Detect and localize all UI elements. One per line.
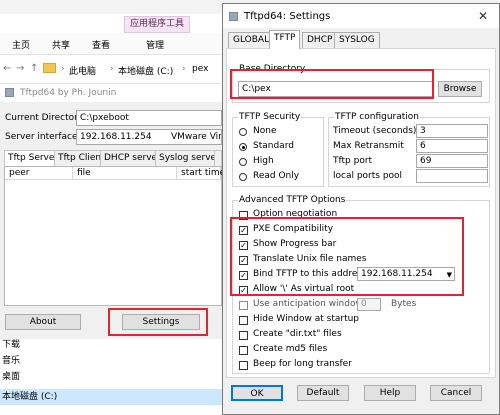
hide-window-label: Hide Window at startup: [253, 314, 360, 324]
tftp-configuration-label: TFTP configuration: [334, 112, 421, 122]
server-interface-adapter: VMware Virtu: [171, 132, 222, 142]
server-interfaces-label: Server interfaces: [5, 132, 83, 142]
help-button[interactable]: Help: [364, 385, 416, 401]
nav-item-music[interactable]: 音乐: [0, 353, 222, 369]
breadcrumb-local-disk[interactable]: 本地磁盘 (C:): [118, 64, 173, 77]
tftp-port-label: Tftp port: [333, 156, 373, 166]
tftp-security-group: TFTP Security None Standard High Read On…: [232, 112, 324, 187]
tftp-settings-panel: Base Directory C:\pex Browse TFTP Securi…: [226, 48, 496, 378]
forward-arrow-icon[interactable]: →: [16, 63, 24, 74]
security-high-label: High: [253, 156, 274, 166]
settings-highlight-box: [108, 308, 208, 336]
timeout-label: Timeout (seconds): [333, 126, 417, 136]
transfer-log-table[interactable]: peer file start time: [4, 166, 225, 306]
dialog-tab-strip: GLOBAL TFTP DHCP SYSLOG: [228, 30, 496, 49]
ribbon-tab-view[interactable]: 查看: [92, 38, 110, 51]
about-button[interactable]: About: [5, 314, 81, 330]
breadcrumb-this-pc[interactable]: 此电脑: [69, 64, 96, 77]
local-ports-pool-label: local ports pool: [333, 171, 403, 181]
security-none-label: None: [253, 126, 277, 136]
server-interfaces-dropdown[interactable]: 192.168.11.254 VMware Virtu: [76, 129, 222, 145]
tab-tftp[interactable]: TFTP: [269, 30, 301, 49]
column-header-peer[interactable]: peer: [5, 167, 73, 180]
main-tab-strip: Tftp Server Tftp Client DHCP server Sysl…: [0, 150, 224, 166]
tftpd64-main-window: Tftpd64 by Ph. Jounin Current Directory …: [0, 84, 225, 339]
current-directory-field[interactable]: C:\pxeboot: [76, 110, 222, 126]
timeout-field[interactable]: 3: [416, 124, 488, 138]
tftpd-app-icon: [229, 12, 238, 21]
create-md5-label: Create md5 files: [253, 344, 328, 354]
tab-syslog[interactable]: SYSLOG: [334, 32, 380, 48]
close-icon[interactable]: ✕: [467, 4, 499, 28]
tab-overflow[interactable]: [214, 150, 222, 166]
up-arrow-icon[interactable]: ↑: [30, 63, 38, 74]
create-md5-checkbox[interactable]: [239, 346, 248, 355]
security-readonly-radio[interactable]: [239, 173, 247, 181]
beep-long-transfer-label: Beep for long transfer: [253, 359, 352, 369]
advanced-options-label: Advanced TFTP Options: [238, 195, 347, 205]
breadcrumb-separator-icon: ›: [61, 64, 65, 74]
browse-button[interactable]: Browse: [438, 81, 482, 97]
breadcrumb-separator-icon: ›: [110, 64, 114, 74]
column-header-start-time[interactable]: start time: [177, 167, 225, 180]
folder-icon: [43, 63, 56, 73]
nav-item-desktop[interactable]: 桌面: [0, 369, 222, 385]
current-directory-label: Current Directory: [5, 113, 84, 123]
default-button[interactable]: Default: [297, 385, 349, 401]
tftp-configuration-group: TFTP configuration Timeout (seconds) 3 M…: [328, 112, 490, 187]
column-header-file[interactable]: file: [73, 167, 177, 180]
ribbon-context-group[interactable]: 应用程序工具: [124, 16, 190, 33]
back-arrow-icon[interactable]: ←: [3, 63, 11, 74]
server-interface-ip: 192.168.11.254: [80, 132, 152, 142]
create-dir-txt-checkbox[interactable]: [239, 331, 248, 340]
ribbon-tab-share[interactable]: 共享: [52, 38, 70, 51]
ribbon-tab-home[interactable]: 主页: [12, 38, 30, 51]
security-standard-radio[interactable]: [239, 143, 247, 151]
security-readonly-label: Read Only: [253, 171, 300, 181]
anticipation-unit-label: Bytes: [391, 299, 417, 309]
max-retransmit-field[interactable]: 6: [416, 139, 488, 153]
anticipation-window-field[interactable]: 0: [357, 298, 381, 311]
security-standard-label: Standard: [253, 141, 294, 151]
nav-item-downloads[interactable]: 下载: [0, 337, 222, 353]
hide-window-checkbox[interactable]: [239, 316, 248, 325]
anticipation-window-checkbox[interactable]: [239, 301, 248, 310]
nav-item-local-disk[interactable]: 本地磁盘 (C:): [0, 389, 222, 405]
tftpd-app-icon: [5, 88, 14, 97]
tftp-port-field[interactable]: 69: [416, 154, 488, 168]
tftp-security-label: TFTP Security: [238, 112, 302, 122]
create-dir-txt-label: Create "dir.txt" files: [253, 329, 342, 339]
base-directory-highlight-box: [230, 69, 434, 99]
security-high-radio[interactable]: [239, 158, 247, 166]
main-window-title: Tftpd64 by Ph. Jounin: [20, 88, 117, 98]
main-title-bar: Tftpd64 by Ph. Jounin: [0, 84, 222, 102]
breadcrumb-separator-icon: ›: [182, 64, 186, 74]
dialog-title-bar: Tftpd64: Settings ✕: [223, 4, 499, 28]
settings-dialog: Tftpd64: Settings ✕ GLOBAL TFTP DHCP SYS…: [222, 3, 500, 415]
navigation-pane: 下载 音乐 桌面 本地磁盘 (C:): [0, 339, 222, 415]
cancel-button[interactable]: Cancel: [430, 385, 482, 401]
advanced-options-highlight-box: [230, 217, 464, 296]
beep-long-transfer-checkbox[interactable]: [239, 361, 248, 370]
tab-global[interactable]: GLOBAL: [228, 32, 275, 48]
max-retransmit-label: Max Retransmit: [333, 141, 404, 151]
address-bar[interactable]: ← → ↑ › 此电脑 › 本地磁盘 (C:) › pex: [0, 56, 220, 84]
local-ports-pool-field[interactable]: [416, 169, 488, 183]
tab-dhcp[interactable]: DHCP: [302, 32, 338, 48]
ok-button[interactable]: OK: [231, 385, 283, 401]
dialog-title: Tftpd64: Settings: [244, 11, 331, 22]
breadcrumb-pex[interactable]: pex: [192, 64, 208, 74]
ribbon-tab-manage[interactable]: 管理: [146, 38, 164, 51]
security-none-radio[interactable]: [239, 128, 247, 136]
